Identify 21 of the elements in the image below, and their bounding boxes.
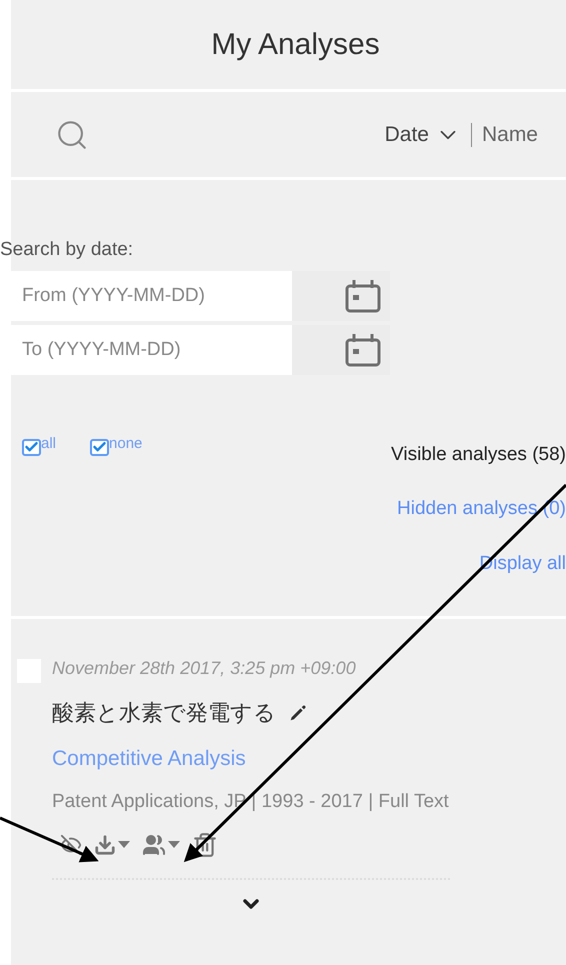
checkbox[interactable] — [90, 438, 110, 456]
download-menu-button[interactable] — [94, 834, 130, 856]
date-input-field[interactable]: From (YYYY-MM-DD) — [11, 270, 292, 320]
eye-slash-icon[interactable] — [60, 834, 82, 856]
calendar-icon[interactable] — [345, 278, 381, 312]
select-toggle[interactable]: none — [90, 432, 142, 578]
trash-icon[interactable] — [192, 832, 218, 858]
analysis-title: 酸素と水素で発電する — [52, 699, 276, 727]
analysis-type-link[interactable]: Competitive Analysis — [52, 743, 538, 774]
checkbox[interactable] — [22, 438, 41, 456]
sort-option[interactable]: Name — [482, 118, 538, 150]
share-menu-button[interactable] — [142, 832, 180, 856]
analysis-date: November 28th 2017, 3:25 pm +09:00 — [52, 657, 357, 680]
visibility-link[interactable]: Visible analyses (58) — [391, 440, 566, 469]
page-title: My Analyses — [210, 27, 380, 63]
date-search-label: Search by date: — [0, 238, 134, 262]
calendar-icon[interactable] — [345, 332, 381, 366]
pencil-icon[interactable] — [288, 702, 308, 722]
date-input-field[interactable]: To (YYYY-MM-DD) — [11, 324, 292, 374]
sort-option[interactable]: Date — [384, 118, 461, 150]
select-toggle[interactable]: all — [22, 432, 56, 578]
